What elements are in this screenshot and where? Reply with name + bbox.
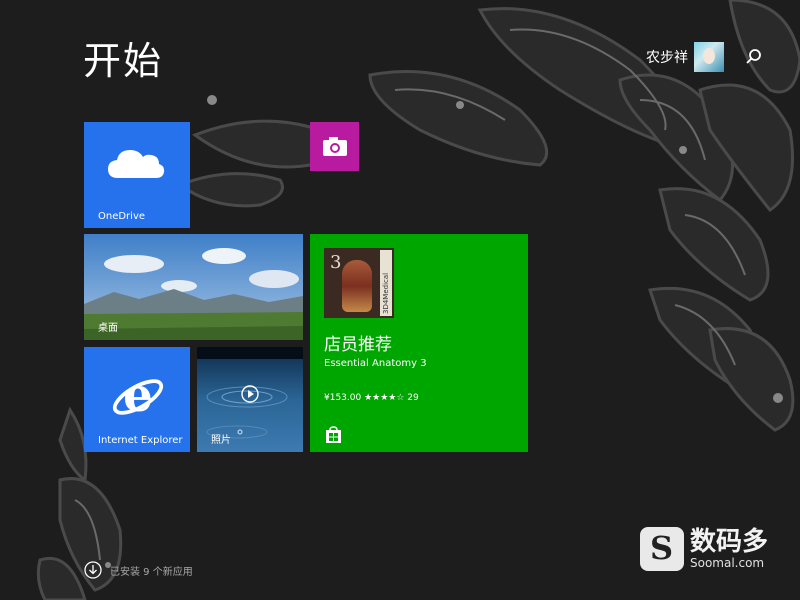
- store-thumb-side-strip: 3D4Medical: [380, 250, 392, 316]
- svg-text:3D4Medical: 3D4Medical: [382, 273, 390, 314]
- soomal-logo: S: [640, 527, 684, 571]
- tile-photos-label: 照片: [211, 435, 231, 446]
- watermark-name-cn: 数码多: [690, 527, 769, 557]
- store-heading: 店员推荐: [324, 335, 392, 355]
- store-thumb-side-label: 3D4Medical: [382, 273, 390, 314]
- user-account[interactable]: 农步祥: [646, 42, 724, 72]
- soomal-watermark: S 数码多 Soomal.com: [640, 527, 768, 571]
- tile-camera[interactable]: [310, 122, 359, 171]
- tile-store[interactable]: 3 3D4Medical 店员推荐 Essential Anatomy 3 ¥1…: [310, 234, 528, 452]
- tile-internet-explorer-label: Internet Explorer: [98, 435, 183, 446]
- user-avatar[interactable]: [694, 42, 724, 72]
- store-app-thumbnail: 3 3D4Medical: [324, 248, 394, 318]
- store-price-rating: ¥153.00 ★★★★☆ 29: [324, 393, 419, 403]
- start-title: 开始: [83, 39, 164, 83]
- watermark-name-en: Soomal.com: [690, 556, 765, 570]
- store-bag-icon: [326, 426, 341, 443]
- new-apps-installed-notice[interactable]: 已安装 9 个新应用: [84, 561, 193, 579]
- tile-desktop[interactable]: 桌面: [84, 234, 303, 340]
- down-arrow-circle-icon: [84, 561, 102, 579]
- store-thumb-number: 3: [330, 252, 342, 273]
- installed-apps-text: 已安装 9 个新应用: [110, 566, 193, 578]
- camera-icon: [323, 137, 347, 156]
- internet-explorer-icon: e: [112, 369, 164, 423]
- tile-desktop-label: 桌面: [98, 323, 118, 334]
- store-app-name: Essential Anatomy 3: [324, 358, 427, 369]
- svg-text:e: e: [123, 369, 153, 423]
- search-icon[interactable]: [745, 48, 763, 66]
- user-name: 农步祥: [646, 50, 688, 66]
- tile-onedrive[interactable]: OneDrive: [84, 122, 190, 228]
- tile-internet-explorer[interactable]: e Internet Explorer: [84, 347, 190, 452]
- play-icon: [241, 385, 259, 403]
- cloud-icon: [108, 150, 165, 178]
- anatomy-figure: [342, 260, 372, 312]
- soomal-logo-letter: S: [650, 529, 674, 567]
- tile-photos[interactable]: 照片: [197, 347, 303, 452]
- tile-onedrive-label: OneDrive: [98, 211, 146, 222]
